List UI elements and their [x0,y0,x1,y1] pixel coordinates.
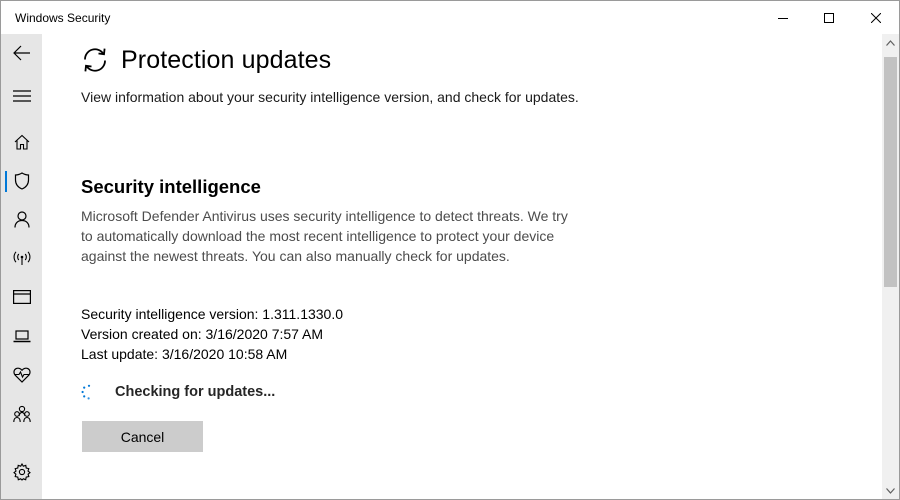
last-update: Last update: 3/16/2020 10:58 AM [81,346,288,362]
intelligence-version: Security intelligence version: 1.311.133… [81,306,344,322]
page-title: Protection updates [121,45,332,74]
scroll-thumb[interactable] [884,57,897,287]
minimize-button[interactable] [760,1,806,34]
nav-item-account-protection[interactable] [1,200,42,238]
checking-label: Checking for updates... [115,384,276,400]
close-button[interactable] [853,1,899,34]
shield-icon [14,172,29,190]
menu-toggle-button[interactable] [1,77,42,115]
section-heading: Security intelligence [81,176,261,197]
nav-item-home[interactable] [1,123,42,161]
maximize-button[interactable] [806,1,852,34]
back-button[interactable] [1,34,42,72]
nav-item-family-options[interactable] [1,395,42,433]
progress-ring-icon [81,384,97,400]
scroll-up-button[interactable] [882,34,899,51]
settings-gear-icon [12,463,31,481]
title-bar[interactable]: Windows Security [1,1,899,34]
family-icon [12,405,31,423]
cancel-button[interactable]: Cancel [82,421,203,452]
nav-item-settings[interactable] [1,453,42,491]
scroll-down-button[interactable] [882,482,899,499]
chevron-up-icon [886,39,895,46]
page-header: Protection updates [81,42,331,78]
main-content: Protection updates View information abou… [42,34,882,499]
chevron-down-icon [886,487,895,494]
laptop-icon [13,330,30,343]
navigation-rail [1,34,42,499]
refresh-icon [84,48,106,72]
section-description: Microsoft Defender Antivirus uses securi… [81,208,568,264]
wireless-icon [13,251,30,265]
window-title: Windows Security [15,11,111,25]
version-created: Version created on: 3/16/2020 7:57 AM [81,326,324,342]
person-icon [13,210,30,228]
nav-item-app-browser-control[interactable] [1,278,42,316]
page-description: View information about your security int… [81,89,579,105]
nav-item-device-performance-health[interactable] [1,356,42,394]
windows-security-window: Windows Security Protection updates View… [0,0,900,500]
nav-item-firewall-network[interactable] [1,239,42,277]
maximize-icon [824,12,834,23]
heart-pulse-icon [12,367,31,383]
nav-item-device-security[interactable] [1,317,42,355]
hamburger-menu-icon [12,90,31,102]
minimize-icon [778,17,788,19]
update-status: Checking for updates... [81,381,275,403]
back-arrow-icon [12,45,30,61]
version-info: Security intelligence version: 1.311.133… [81,304,343,364]
browser-window-icon [12,290,31,304]
vertical-scrollbar[interactable] [882,34,899,499]
home-icon [14,134,29,150]
nav-item-virus-threat-protection[interactable] [1,162,42,200]
close-icon [871,12,881,23]
